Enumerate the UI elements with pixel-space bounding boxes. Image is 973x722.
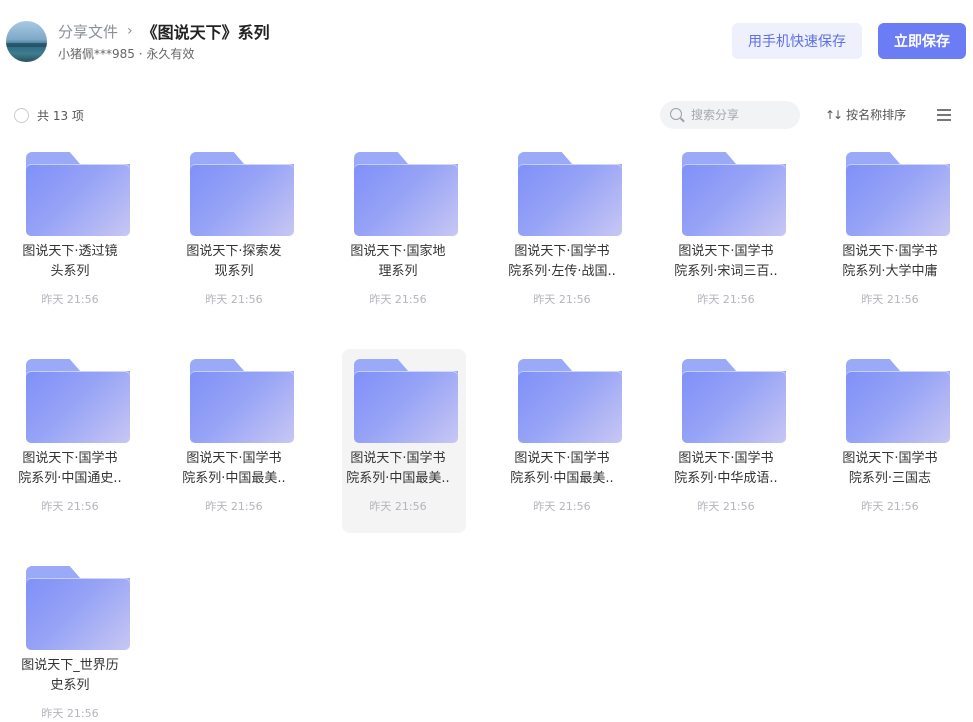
folder-icon — [190, 359, 294, 443]
folder-time: 昨天 21:56 — [533, 293, 591, 306]
folder-name: 图说天下·国学书院系列·中国最美.. — [510, 451, 614, 486]
folder-item[interactable]: 图说天下·国学书院系列·中华成语.. 昨天 21:56 — [664, 347, 788, 531]
avatar[interactable] — [6, 21, 47, 62]
folder-name: 图说天下·探索发现系列 — [186, 244, 282, 279]
folder-time: 昨天 21:56 — [861, 500, 919, 513]
sharer-info: 小猪佩***985 · 永久有效 — [58, 47, 195, 61]
folder-item[interactable]: 图说天下·透过镜头系列 昨天 21:56 — [8, 140, 132, 324]
mobile-save-button[interactable]: 用手机快速保存 — [732, 23, 862, 59]
folder-item[interactable]: 图说天下·国学书院系列·大学中庸 昨天 21:56 — [828, 140, 952, 324]
folder-name: 图说天下·透过镜头系列 — [22, 244, 118, 279]
folder-item[interactable]: 图说天下·国学书院系列·宋词三百.. 昨天 21:56 — [664, 140, 788, 324]
folder-time: 昨天 21:56 — [41, 293, 99, 306]
select-all-checkbox[interactable] — [14, 108, 29, 123]
item-count: 共 13 项 — [37, 109, 84, 123]
folder-time: 昨天 21:56 — [205, 293, 263, 306]
folder-time: 昨天 21:56 — [41, 707, 99, 720]
sort-button[interactable]: ↑↓ 按名称排序 — [825, 106, 906, 123]
folder-item[interactable]: 图说天下·国学书院系列·中国通史.. 昨天 21:56 — [8, 347, 132, 531]
folder-icon — [26, 152, 130, 236]
folder-item[interactable]: 图说天下·探索发现系列 昨天 21:56 — [172, 140, 296, 324]
folder-icon — [846, 152, 950, 236]
folder-time: 昨天 21:56 — [533, 500, 591, 513]
folder-time: 昨天 21:56 — [697, 293, 755, 306]
sort-label: 按名称排序 — [846, 108, 907, 122]
folder-time: 昨天 21:56 — [369, 293, 427, 306]
folder-name: 图说天下·国学书院系列·三国志 — [842, 451, 938, 486]
page-title: 《图说天下》系列 — [141, 23, 270, 42]
folder-name: 图说天下·国学书院系列·中国通史.. — [18, 451, 122, 486]
folder-icon — [846, 359, 950, 443]
folder-item[interactable]: 图说天下·国学书院系列·三国志 昨天 21:56 — [828, 347, 952, 531]
search-box[interactable] — [660, 101, 800, 129]
folder-time: 昨天 21:56 — [205, 500, 263, 513]
folder-time: 昨天 21:56 — [697, 500, 755, 513]
breadcrumb-root[interactable]: 分享文件 — [58, 21, 118, 42]
folder-icon — [354, 152, 458, 236]
folder-time: 昨天 21:56 — [41, 500, 99, 513]
folder-icon — [518, 359, 622, 443]
search-input[interactable] — [691, 106, 791, 124]
folder-icon — [682, 359, 786, 443]
search-icon — [670, 108, 682, 120]
folder-item[interactable]: 图说天下·国学书院系列·中国最美.. 昨天 21:56 — [500, 347, 624, 531]
save-button[interactable]: 立即保存 — [878, 23, 966, 59]
folder-time: 昨天 21:56 — [861, 293, 919, 306]
folder-time: 昨天 21:56 — [369, 500, 427, 513]
folder-name: 图说天下·国学书院系列·中国最美.. — [346, 451, 450, 486]
share-header: 分享文件 › 《图说天下》系列 小猪佩***985 · 永久有效 用手机快速保存… — [0, 0, 973, 80]
folder-item[interactable]: 图说天下·国学书院系列·中国最美.. 昨天 21:56 — [172, 347, 296, 531]
menu-icon[interactable] — [937, 109, 951, 121]
folder-icon — [190, 152, 294, 236]
folder-name: 图说天下_世界历史系列 — [21, 658, 119, 693]
folder-icon — [518, 152, 622, 236]
folder-item[interactable]: 图说天下·国学书院系列·左传·战国.. 昨天 21:56 — [500, 140, 624, 324]
folder-name: 图说天下·国学书院系列·中华成语.. — [674, 451, 778, 486]
toolbar: 共 13 项 ↑↓ 按名称排序 — [0, 98, 973, 132]
folder-name: 图说天下·国学书院系列·左传·战国.. — [508, 244, 616, 279]
sort-icon: ↑↓ — [825, 107, 843, 122]
breadcrumb: 分享文件 › 《图说天下》系列 — [58, 20, 270, 43]
folder-name: 图说天下·国学书院系列·中国最美.. — [182, 451, 286, 486]
folder-name: 图说天下·国家地理系列 — [350, 244, 446, 279]
folder-item[interactable]: 图说天下_世界历史系列 昨天 21:56 — [8, 554, 132, 722]
folder-name: 图说天下·国学书院系列·大学中庸 — [842, 244, 938, 279]
folder-item[interactable]: 图说天下·国家地理系列 昨天 21:56 — [336, 140, 460, 324]
folder-icon — [26, 566, 130, 650]
chevron-right-icon: › — [127, 23, 133, 39]
folder-icon — [682, 152, 786, 236]
folder-name: 图说天下·国学书院系列·宋词三百.. — [674, 244, 778, 279]
folder-icon — [26, 359, 130, 443]
folder-item[interactable]: 图说天下·国学书院系列·中国最美.. 昨天 21:56 — [342, 349, 466, 533]
folder-icon — [354, 359, 458, 443]
